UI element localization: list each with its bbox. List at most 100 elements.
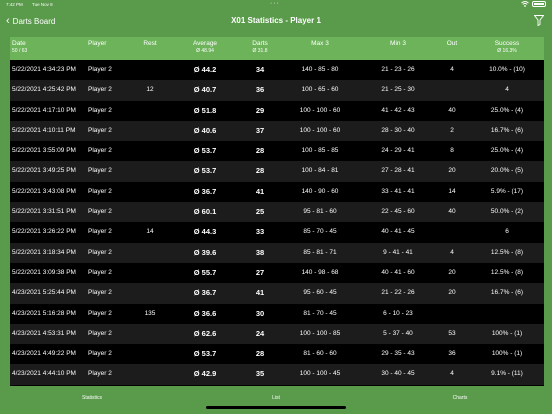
cell-date: 5/22/2021 3:55:09 PM: [12, 147, 76, 155]
cell-average: Ø 42.9: [193, 369, 217, 379]
cell-rest: 14: [146, 228, 154, 236]
status-time: 7:42 PM: [6, 2, 23, 7]
status-date: Tue Nov 8: [32, 2, 53, 7]
table-row[interactable]: 5/22/2021 3:31:51 PM Player 2 Ø 60.1 25 95 -…: [10, 202, 544, 223]
cell-date: 4/23/2021 4:53:31 PM: [12, 329, 76, 337]
filter-icon[interactable]: [534, 15, 544, 26]
header-average[interactable]: Average Ø 48.94: [175, 40, 235, 54]
cell-average: Ø 53.7: [193, 166, 217, 176]
battery-icon: [532, 1, 546, 7]
table-row[interactable]: 4/23/2021 4:49:22 PM Player 2 Ø 53.7 28 81 -…: [10, 344, 544, 364]
cell-out: 8: [450, 147, 454, 155]
cell-max3: 100 - 100 - 60: [299, 126, 341, 134]
cell-average: Ø 55.7: [193, 267, 217, 277]
header-out[interactable]: Out: [440, 40, 464, 47]
cell-success: 100% - (1): [491, 350, 523, 358]
cell-date: 4/23/2021 4:49:22 PM: [12, 350, 76, 358]
cell-average: Ø 36.6: [193, 308, 217, 318]
table-row[interactable]: 5/22/2021 3:43:08 PM Player 2 Ø 36.7 41 140 …: [10, 182, 544, 202]
status-indicators: [521, 1, 546, 7]
table-row[interactable]: 5/22/2021 4:34:23 PM Player 2 Ø 44.2 34 140 …: [10, 60, 544, 80]
cell-min3: 40 - 41 - 60: [381, 268, 415, 276]
cell-out: 20: [448, 289, 456, 297]
cell-player: Player 2: [88, 147, 112, 155]
table-row[interactable]: 5/22/2021 3:26:22 PM Player 2 14 Ø 44.3 33 85…: [10, 222, 544, 242]
tab-bar: Statistics List Charts: [0, 386, 552, 414]
header-rest[interactable]: Rest: [130, 40, 170, 47]
table-row[interactable]: 5/22/2021 4:25:42 PM Player 2 12 Ø 40.7 36 10…: [10, 80, 544, 101]
cell-date: 5/22/2021 4:25:42 PM: [12, 86, 76, 94]
header-success-sub: Ø 16.3%: [497, 48, 517, 54]
cell-max3: 100 - 84 - 81: [301, 167, 339, 175]
cell-average: Ø 53.7: [193, 349, 217, 359]
table-row[interactable]: 5/22/2021 3:55:09 PM Player 2 Ø 53.7 28 100 …: [10, 141, 544, 161]
cell-player: Player 2: [88, 370, 112, 378]
cell-player: Player 2: [88, 86, 112, 94]
header-darts[interactable]: Darts Ø 31.8: [245, 40, 275, 54]
header-max3[interactable]: Max 3: [280, 40, 360, 47]
cell-min3: 30 - 40 - 45: [381, 370, 415, 378]
table-row[interactable]: 4/23/2021 5:25:44 PM Player 2 Ø 36.7 41 95 -…: [10, 283, 544, 304]
cell-player: Player 2: [88, 66, 112, 73]
table-row[interactable]: 5/22/2021 3:49:25 PM Player 2 Ø 53.7 28 100 …: [10, 161, 544, 182]
cell-date: 5/22/2021 3:31:51 PM: [12, 208, 76, 216]
header-success[interactable]: Success Ø 16.3%: [472, 40, 542, 54]
cell-rest: 135: [144, 309, 156, 317]
tab-charts[interactable]: Charts: [368, 386, 552, 414]
cell-max3: 81 - 60 - 60: [303, 350, 337, 358]
cell-date: 5/22/2021 4:34:23 PM: [12, 66, 76, 73]
header-date[interactable]: Date 50 / 63: [12, 40, 27, 54]
tab-list[interactable]: List: [184, 386, 368, 414]
statistics-table[interactable]: Date 50 / 63 Player Rest Average Ø 48.94…: [10, 37, 544, 386]
cell-max3: 85 - 70 - 45: [303, 228, 337, 236]
cell-min3: 29 - 35 - 43: [381, 350, 415, 358]
wifi-icon: [521, 1, 529, 7]
cell-max3: 95 - 81 - 60: [303, 208, 337, 216]
cell-darts: 29: [255, 105, 265, 115]
cell-max3: 100 - 65 - 60: [301, 86, 339, 94]
cell-average: Ø 39.6: [193, 247, 217, 257]
table-row[interactable]: 4/23/2021 4:44:10 PM Player 2 Ø 42.9 35 100 …: [10, 364, 544, 385]
cell-average: Ø 51.8: [193, 105, 217, 115]
multitasking-dots-icon[interactable]: ···: [270, 0, 280, 7]
cell-player: Player 2: [88, 106, 112, 114]
tab-statistics[interactable]: Statistics: [0, 386, 184, 414]
cell-player: Player 2: [88, 289, 112, 297]
cell-darts: 30: [255, 308, 265, 318]
cell-max3: 100 - 100 - 60: [299, 106, 341, 114]
cell-success: 20.0% - (5): [490, 167, 524, 175]
table-row[interactable]: 4/23/2021 4:53:31 PM Player 2 Ø 62.6 24 100 …: [10, 323, 544, 345]
cell-min3: 21 - 25 - 30: [381, 86, 415, 94]
cell-player: Player 2: [88, 208, 112, 216]
table-row[interactable]: 5/22/2021 3:09:38 PM Player 2 Ø 55.7 27 140 …: [10, 263, 544, 283]
table-row[interactable]: 5/22/2021 4:10:11 PM Player 2 Ø 40.6 37 100 …: [10, 120, 544, 142]
cell-success: 10.0% - (10): [489, 66, 525, 73]
cell-date: 5/22/2021 3:18:34 PM: [12, 248, 76, 256]
header-date-sub: 50 / 63: [12, 48, 28, 54]
cell-darts: 25: [255, 207, 265, 217]
cell-min3: 40 - 41 - 45: [381, 228, 415, 236]
cell-out: 4: [450, 370, 454, 378]
cell-min3: 22 - 45 - 60: [381, 208, 415, 216]
cell-out: 14: [448, 187, 456, 195]
cell-success: 12.5% - (8): [490, 248, 524, 256]
table-row[interactable]: 5/22/2021 3:18:34 PM Player 2 Ø 39.6 38 85 -…: [10, 242, 544, 263]
cell-min3: 33 - 41 - 41: [381, 187, 415, 195]
cell-success: 16.7% - (6): [490, 126, 524, 134]
cell-player: Player 2: [88, 329, 112, 337]
cell-max3: 85 - 81 - 71: [303, 248, 337, 256]
home-indicator[interactable]: [206, 406, 346, 409]
cell-min3: 5 - 37 - 40: [383, 329, 413, 337]
table-row[interactable]: 4/23/2021 5:16:28 PM Player 2 135 Ø 36.6 30 8…: [10, 304, 544, 324]
cell-average: Ø 40.7: [193, 85, 217, 95]
cell-max3: 140 - 90 - 60: [301, 187, 339, 195]
table-row[interactable]: 5/22/2021 4:17:10 PM Player 2 Ø 51.8 29 100 …: [10, 101, 544, 121]
cell-date: 5/22/2021 4:17:10 PM: [12, 106, 76, 114]
page-title: X01 Statistics - Player 1: [231, 16, 321, 25]
cell-player: Player 2: [88, 268, 112, 276]
cell-date: 5/22/2021 3:49:25 PM: [12, 167, 76, 175]
cell-out: 4: [450, 248, 454, 256]
header-min3[interactable]: Min 3: [362, 40, 434, 47]
navigation-bar: ‹ Darts Board X01 Statistics - Player 1: [0, 10, 552, 32]
header-player[interactable]: Player: [88, 40, 106, 47]
